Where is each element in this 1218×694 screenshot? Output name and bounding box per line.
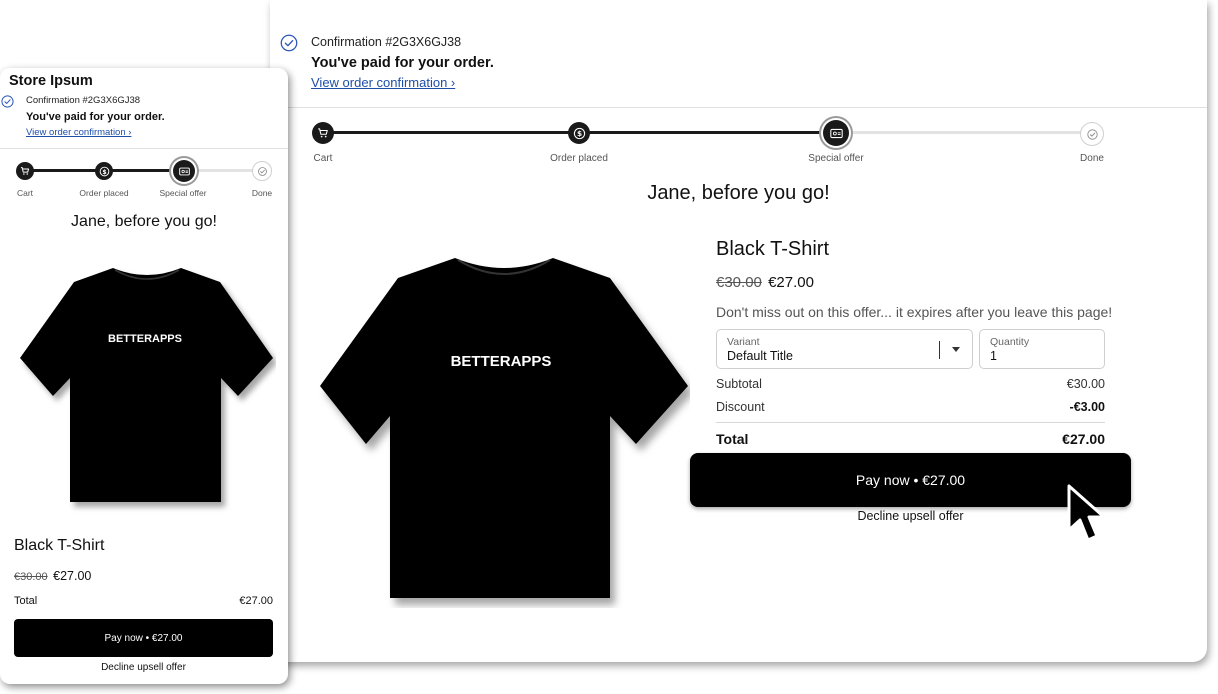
step-order-placed: $ [95, 162, 113, 180]
product-image-tshirt: BETTERAPPS [320, 258, 688, 598]
step-label-done: Done [251, 188, 273, 198]
summary-divider [716, 422, 1105, 423]
step-cart [16, 162, 34, 180]
quantity-value[interactable]: 1 [990, 349, 997, 363]
product-title: Black T-Shirt [716, 238, 829, 260]
cart-icon [318, 128, 328, 138]
dollar-circle-icon: $ [99, 166, 109, 176]
sale-price: €27.00 [53, 569, 92, 583]
step-label-order-placed: Order placed [550, 153, 608, 164]
dollar-circle-icon: $ [573, 127, 585, 139]
step-label-special-offer: Special offer [159, 188, 207, 198]
total-label: Total [14, 595, 38, 607]
done-check-icon [257, 166, 267, 176]
product-price: €30.00 €27.00 [14, 569, 91, 583]
svg-text:$: $ [102, 168, 106, 175]
product-price: €30.00 €27.00 [716, 274, 814, 291]
chevron-down-icon[interactable] [952, 347, 960, 352]
subtotal-label: Subtotal [716, 377, 762, 391]
pay-now-button[interactable]: Pay now • €27.00 [690, 453, 1131, 507]
gift-card-icon [178, 167, 190, 175]
svg-text:$: $ [576, 129, 581, 138]
quantity-field[interactable]: Quantity 1 [979, 329, 1105, 369]
step-done [252, 161, 272, 181]
total-label: Total [716, 431, 749, 447]
upsell-heading: Jane, before you go! [71, 213, 217, 230]
original-price: €30.00 [14, 571, 48, 583]
step-order-placed: $ [568, 122, 590, 144]
decline-upsell-link[interactable]: Decline upsell offer [14, 662, 273, 673]
sale-price: €27.00 [768, 274, 814, 291]
tshirt-print-text: BETTERAPPS [451, 353, 552, 370]
step-special-offer [823, 120, 849, 146]
quantity-label: Quantity [990, 336, 1030, 348]
pay-now-button[interactable]: Pay now • €27.00 [14, 619, 273, 657]
progress-tracker: $ Cart Order placed Special offer Done [0, 68, 288, 208]
variant-select[interactable]: Variant Default Title [716, 329, 973, 369]
tshirt-print-text: BETTERAPPS [108, 333, 182, 345]
progress-tracker: $ Cart Order placed Special offer Done [270, 0, 1207, 170]
step-done [1080, 122, 1104, 146]
discount-value: -€3.00 [1069, 400, 1105, 414]
gift-card-icon [829, 128, 843, 138]
step-label-done: Done [1080, 153, 1104, 164]
subtotal-value: €30.00 [1066, 377, 1105, 391]
product-image-tshirt: BETTERAPPS [20, 268, 273, 502]
cart-icon [20, 167, 30, 175]
decline-upsell-link[interactable]: Decline upsell offer [690, 509, 1131, 523]
step-label-cart: Cart [16, 188, 34, 198]
original-price: €30.00 [716, 274, 762, 291]
total-value: €27.00 [239, 595, 273, 607]
discount-label: Discount [716, 400, 765, 414]
product-title: Black T-Shirt [14, 537, 105, 554]
offer-expiry-text: Don't miss out on this offer... it expir… [716, 304, 1113, 320]
total-value: €27.00 [1062, 431, 1105, 447]
done-check-icon [1086, 128, 1098, 140]
variant-label: Variant [727, 336, 760, 348]
step-special-offer [173, 160, 195, 182]
step-label-special-offer: Special offer [808, 153, 864, 164]
step-label-order-placed: Order placed [79, 188, 129, 198]
step-cart [312, 122, 334, 144]
variant-value: Default Title [727, 349, 794, 363]
upsell-heading: Jane, before you go! [647, 182, 830, 204]
mouse-pointer-icon [1067, 484, 1106, 542]
step-label-cart: Cart [313, 153, 333, 164]
mobile-checkout-card: Store Ipsum Confirmation #2G3X6GJ38 You'… [0, 68, 288, 684]
